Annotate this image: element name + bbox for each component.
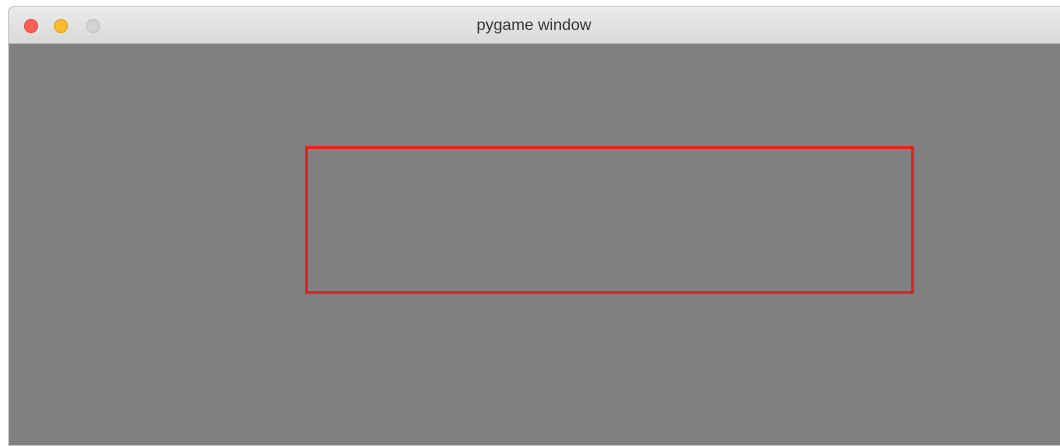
game-canvas[interactable] [9, 44, 1060, 445]
window-title: pygame window [476, 17, 592, 34]
title-bar[interactable]: pygame window [9, 7, 1060, 44]
red-rectangle-outline [305, 146, 914, 294]
pygame-window: pygame window [8, 6, 1060, 446]
